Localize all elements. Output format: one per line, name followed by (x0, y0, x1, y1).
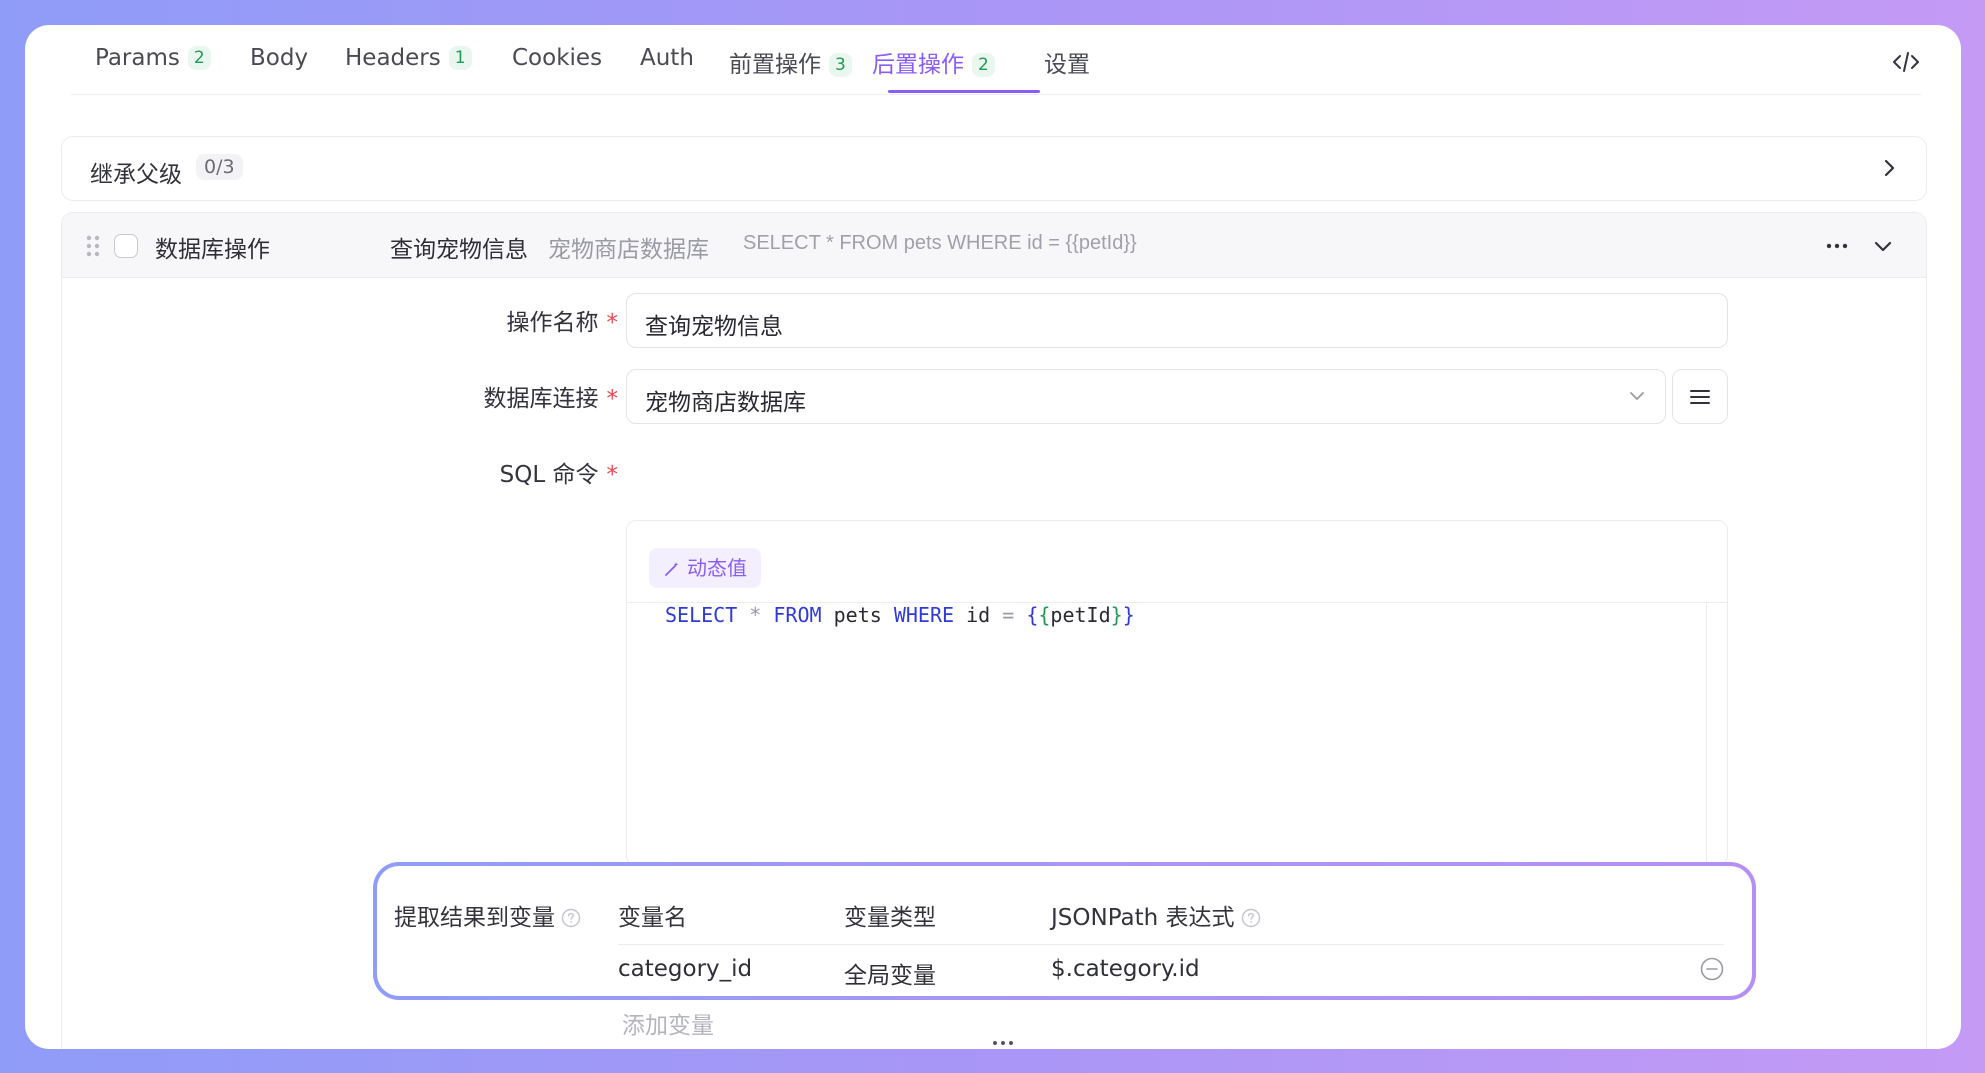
required-mark: * (606, 310, 619, 336)
extract-variables-section: 提取结果到变量 变量名 变量类型 JSONPath 表达式 category_i… (377, 866, 1752, 996)
sql-operator: = (1002, 603, 1015, 627)
tab-params[interactable]: Params 2 (95, 45, 211, 95)
inherit-parent-row[interactable]: 继承父级 0/3 (61, 136, 1927, 201)
tab-label: Cookies (512, 45, 603, 71)
sql-identifier: id (966, 603, 991, 627)
tab-badge: 2 (187, 46, 211, 70)
tab-settings[interactable]: 设置 (1044, 45, 1090, 95)
sql-brace: } (1122, 603, 1135, 627)
sql-brace: } (1110, 603, 1123, 627)
chevron-right-icon[interactable] (1878, 157, 1900, 179)
inherit-count: 0/3 (196, 154, 243, 180)
request-tabs: Params 2 Body Headers 1 Cookies Auth 前置操作 3… (71, 25, 1921, 95)
remove-row-icon[interactable] (1699, 956, 1725, 982)
extract-title-text: 提取结果到变量 (394, 905, 555, 931)
tab-label: 前置操作 (729, 52, 821, 78)
tab-auth[interactable]: Auth (640, 45, 694, 95)
tab-post-operations[interactable]: 后置操作 2 (872, 45, 995, 95)
magic-wand-icon (665, 562, 679, 576)
required-mark: * (606, 386, 619, 412)
operation-name-input[interactable]: 查询宠物信息 (626, 293, 1728, 348)
sql-keyword: FROM (773, 603, 822, 627)
tab-label: 设置 (1044, 52, 1090, 78)
label-text: 操作名称 (506, 310, 599, 336)
table-divider (618, 944, 1724, 945)
tab-cookies[interactable]: Cookies (512, 45, 602, 95)
extract-variables-highlight: 提取结果到变量 变量名 变量类型 JSONPath 表达式 category_i… (373, 862, 1756, 1000)
variable-type-cell[interactable]: 全局变量 (844, 956, 936, 990)
tab-pre-operations[interactable]: 前置操作 3 (729, 45, 852, 95)
sql-keyword: SELECT (665, 603, 738, 627)
tab-label: Auth (640, 45, 694, 71)
tab-badge: 3 (829, 53, 852, 77)
tab-badge: 2 (972, 53, 995, 77)
tab-label: Params (95, 45, 180, 71)
more-dots-icon[interactable] (992, 1038, 1014, 1048)
required-mark: * (606, 462, 619, 488)
dynamic-value-button[interactable]: 动态值 (649, 548, 761, 588)
operation-type: 数据库操作 (155, 237, 270, 263)
drag-handle-icon[interactable] (86, 235, 100, 257)
sql-keyword: WHERE (893, 603, 955, 627)
app-frame: Params 2 Body Headers 1 Cookies Auth 前置操作 3… (25, 25, 1961, 1049)
inherit-label: 继承父级 (90, 162, 182, 188)
sql-command-label: SQL 命令 * (398, 455, 618, 489)
tab-label: Body (250, 45, 309, 71)
tab-headers[interactable]: Headers 1 (345, 45, 472, 95)
column-variable-type: 变量类型 (844, 905, 936, 931)
dynamic-value-label: 动态值 (687, 556, 747, 580)
tab-label: Headers (345, 45, 441, 71)
input-value: 查询宠物信息 (645, 314, 783, 340)
tab-badge: 1 (448, 46, 472, 70)
operation-name-label: 操作名称 * (398, 303, 619, 337)
db-connection-label: 数据库连接 * (398, 379, 619, 413)
operation-header[interactable]: 数据库操作 查询宠物信息 宠物商店数据库 SELECT * FROM pets … (62, 213, 1926, 278)
help-icon[interactable] (1241, 908, 1261, 928)
select-value: 宠物商店数据库 (645, 390, 806, 416)
db-connection-select[interactable]: 宠物商店数据库 (626, 369, 1666, 424)
active-tab-indicator (888, 90, 1040, 93)
jsonpath-cell[interactable]: $.category.id (1051, 956, 1200, 982)
sql-editor[interactable]: 动态值 SELECT * FROM pets WHERE id = {{petI… (626, 520, 1728, 866)
menu-icon (1690, 390, 1710, 404)
chevron-down-icon (1630, 392, 1644, 400)
code-icon[interactable] (1891, 47, 1921, 77)
sql-code-line[interactable]: SELECT * FROM pets WHERE id = {{petId}} (665, 603, 1135, 627)
editor-scrollbar[interactable] (1706, 603, 1707, 865)
more-options-icon[interactable] (1824, 233, 1850, 259)
sql-variable: petId (1050, 603, 1111, 627)
tab-body[interactable]: Body (250, 45, 308, 95)
label-text: 数据库连接 (483, 386, 599, 412)
db-connection-manage-button[interactable] (1672, 369, 1728, 424)
label-text: SQL 命令 (499, 462, 599, 488)
chevron-down-icon[interactable] (1872, 235, 1894, 257)
operation-sql-preview: SELECT * FROM pets WHERE id = {{petId}} (743, 232, 1137, 254)
operation-name: 查询宠物信息 (390, 237, 528, 263)
variable-name-cell[interactable]: category_id (618, 956, 752, 982)
extract-title: 提取结果到变量 (394, 898, 581, 932)
sql-brace: { (1038, 603, 1051, 627)
column-jsonpath-text: JSONPath 表达式 (1051, 905, 1235, 931)
sql-brace: { (1026, 603, 1039, 627)
column-variable-name: 变量名 (618, 905, 687, 931)
operation-connection: 宠物商店数据库 (548, 237, 709, 263)
add-variable-button[interactable]: 添加变量 (622, 1006, 714, 1040)
help-icon[interactable] (561, 908, 581, 928)
tab-label: 后置操作 (872, 52, 964, 78)
sql-identifier: pets (833, 603, 882, 627)
operation-checkbox[interactable] (114, 234, 138, 258)
sql-operator: * (749, 603, 762, 627)
column-jsonpath: JSONPath 表达式 (1051, 898, 1261, 932)
